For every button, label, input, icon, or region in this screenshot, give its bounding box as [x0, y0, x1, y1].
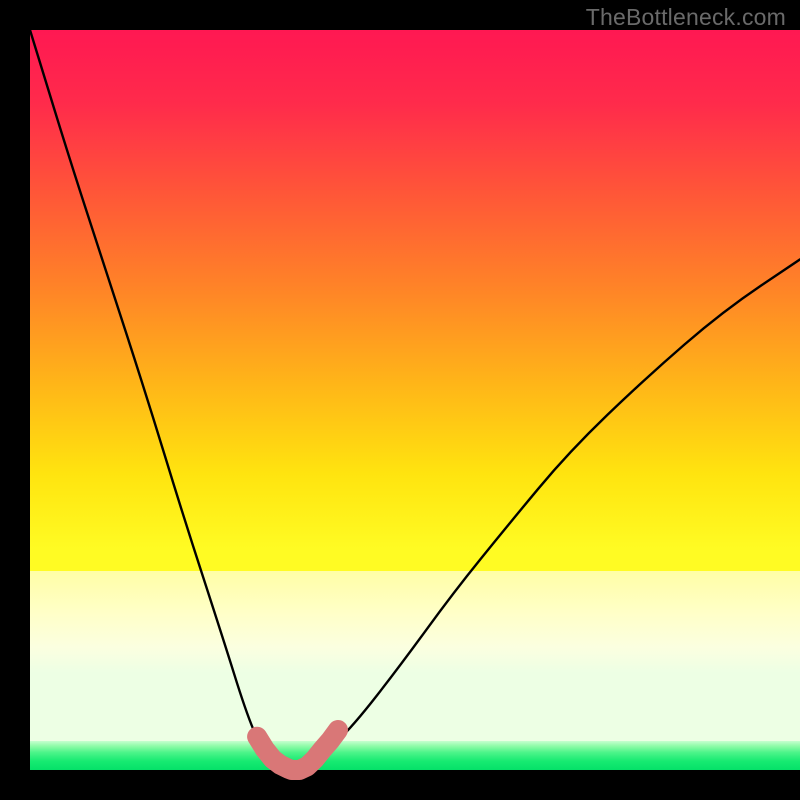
- watermark-text: TheBottleneck.com: [586, 4, 786, 31]
- pale-band: [30, 571, 800, 741]
- chart-frame: TheBottleneck.com: [0, 0, 800, 800]
- chart-svg: [0, 0, 800, 800]
- green-band: [30, 741, 800, 770]
